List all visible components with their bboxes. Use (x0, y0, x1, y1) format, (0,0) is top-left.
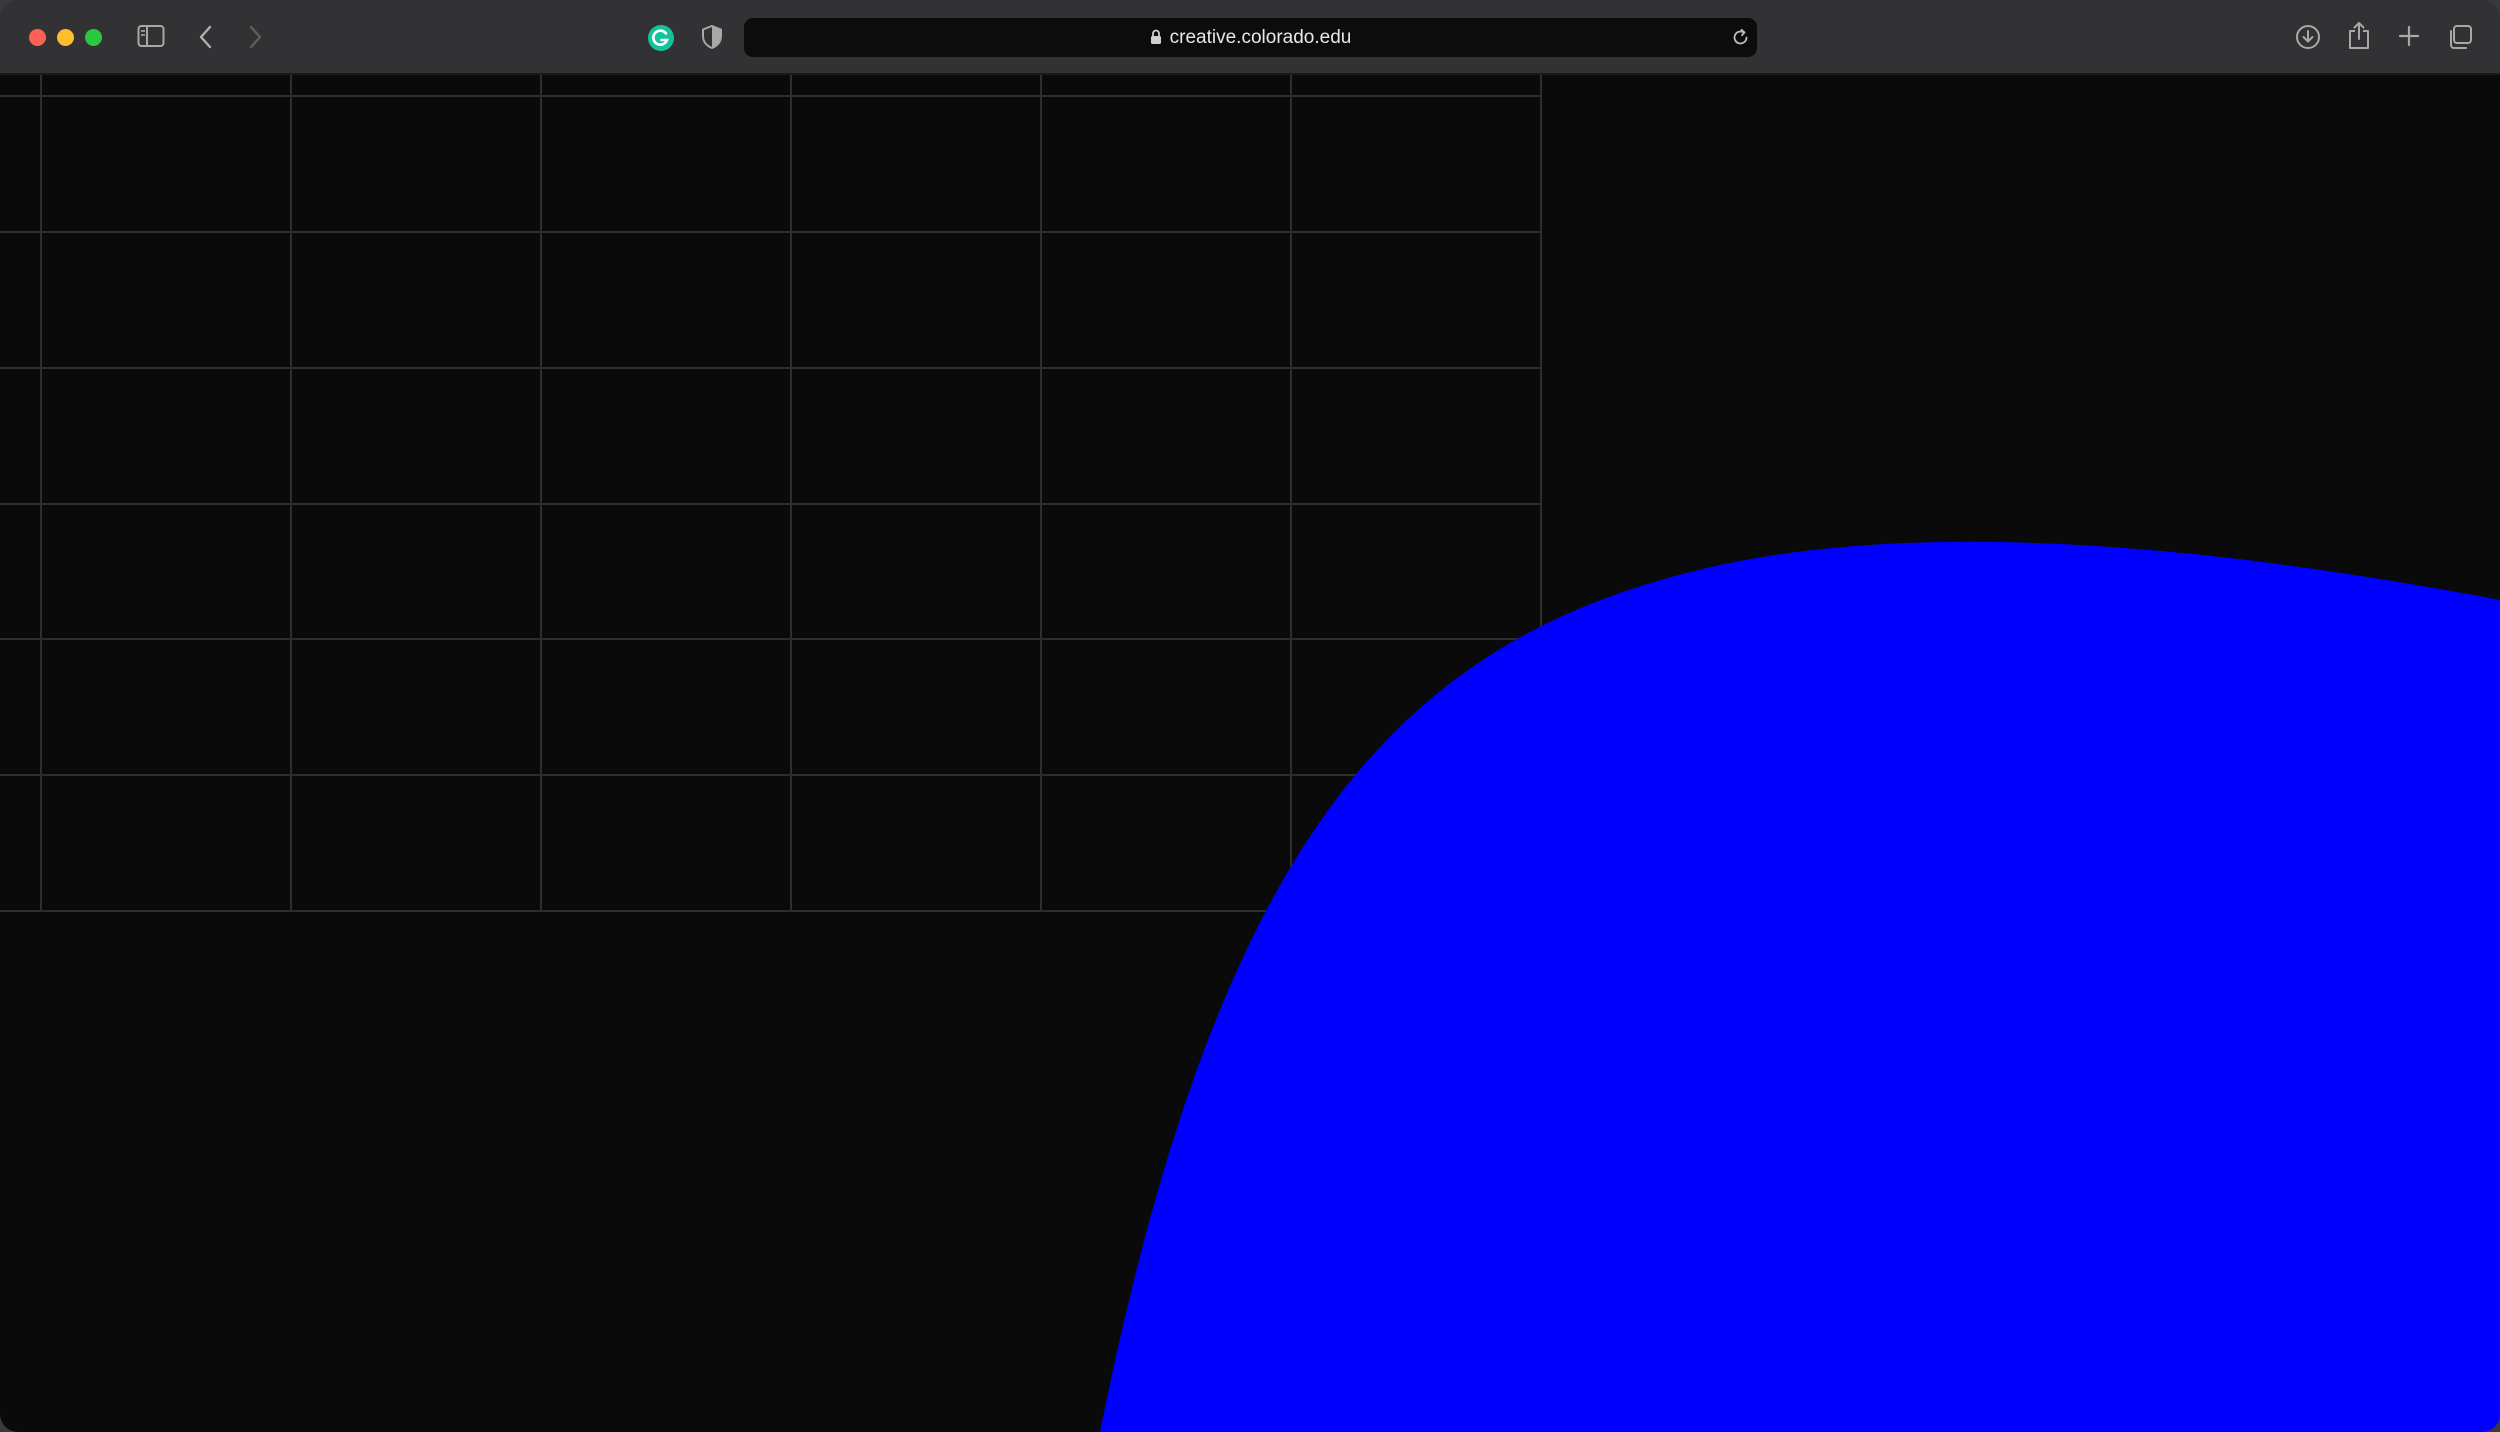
minimize-window-button[interactable] (57, 29, 74, 46)
share-icon[interactable] (2347, 20, 2371, 50)
privacy-shield-icon[interactable] (701, 24, 723, 50)
browser-window: creative.colorado.edu (0, 0, 2500, 1432)
downloads-icon[interactable] (2295, 24, 2321, 50)
grammarly-icon[interactable] (647, 24, 675, 52)
address-bar-url[interactable]: creative.colorado.edu (744, 18, 1757, 57)
forward-chevron-icon[interactable] (247, 24, 263, 50)
sidebar-toggle-icon[interactable] (137, 24, 165, 48)
browser-toolbar: creative.colorado.edu (0, 0, 2500, 75)
blue-blob-shape (1100, 541, 2500, 1432)
new-tab-plus-icon[interactable] (2397, 24, 2421, 48)
lock-icon (1150, 20, 1162, 59)
close-window-button[interactable] (29, 29, 46, 46)
url-text: creative.colorado.edu (1169, 27, 1352, 48)
tab-overview-icon[interactable] (2447, 24, 2473, 50)
back-chevron-icon[interactable] (198, 24, 214, 50)
address-bar[interactable]: creative.colorado.edu (744, 18, 1757, 57)
zoom-window-button[interactable] (85, 29, 102, 46)
page-content (0, 75, 2500, 1432)
reload-icon[interactable] (1731, 28, 1751, 48)
